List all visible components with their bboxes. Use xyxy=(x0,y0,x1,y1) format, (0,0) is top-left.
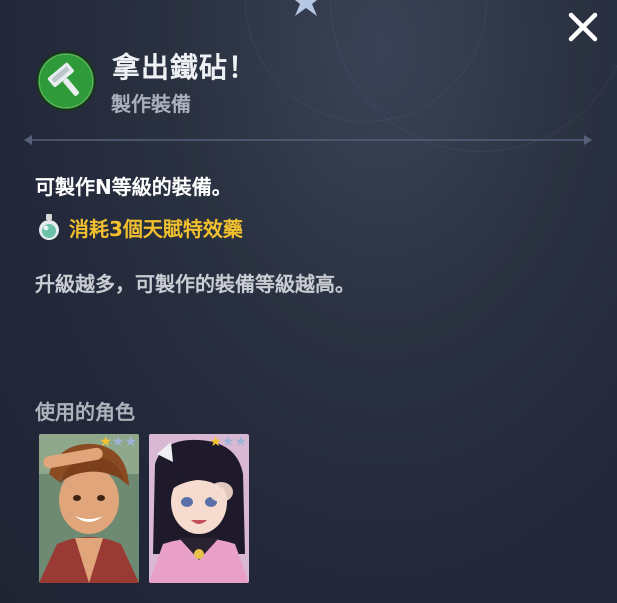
cost-text: 消耗3個天賦特效藥 xyxy=(69,216,243,241)
brown-haired-boy-portrait xyxy=(39,434,139,583)
star-icon: ★ xyxy=(221,434,235,450)
hammer-icon xyxy=(35,50,97,112)
star-icon: ★ xyxy=(111,434,125,450)
star-rating: ★ ★ ★ xyxy=(209,435,247,449)
star-icon: ★ xyxy=(234,434,247,450)
close-button[interactable] xyxy=(566,10,600,44)
star-icon: ★ xyxy=(124,434,137,450)
cost-row: 消耗3個天賦特效藥 xyxy=(35,210,243,244)
black-haired-girl-portrait xyxy=(149,434,249,583)
close-icon xyxy=(568,12,598,42)
star-icon: ★ xyxy=(209,434,222,450)
divider xyxy=(24,135,592,145)
top-ornament-icon xyxy=(295,0,317,16)
characters-label: 使用的角色 xyxy=(35,400,135,424)
character-card[interactable]: ★ ★ ★ xyxy=(149,434,249,583)
skill-note: 升級越多，可製作的裝備等級越高。 xyxy=(35,272,355,296)
skill-description: 可製作N等級的裝備。 xyxy=(35,175,232,199)
skill-subtitle: 製作裝備 xyxy=(111,92,191,116)
potion-icon xyxy=(39,214,59,240)
skill-tooltip-panel: 拿出鐵砧！ 製作裝備 可製作N等級的裝備。 消耗3個天賦特效藥 升級越多，可製作… xyxy=(0,0,617,603)
star-icon: ★ xyxy=(99,434,112,450)
character-card[interactable]: ★ ★ ★ xyxy=(39,434,139,583)
star-rating: ★ ★ ★ xyxy=(99,435,137,449)
skill-title: 拿出鐵砧！ xyxy=(112,51,258,84)
